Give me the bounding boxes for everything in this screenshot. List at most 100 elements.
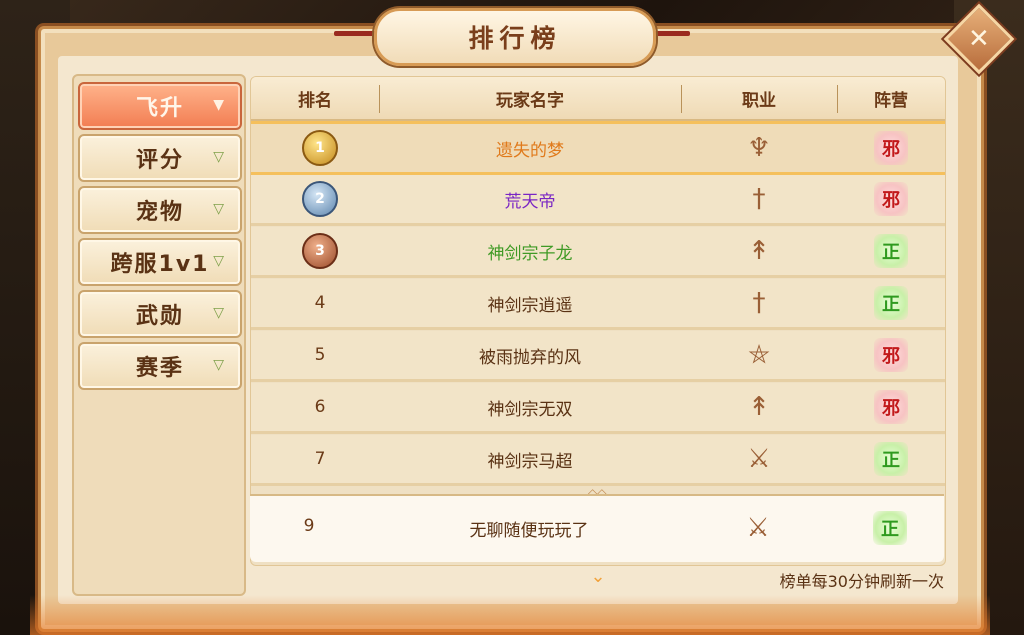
tab-kuafu-1v1[interactable]: 跨服1v1 ▽ xyxy=(78,238,242,286)
table-row[interactable]: 7 神剑宗马超 ⚔ 正 xyxy=(251,435,945,486)
silver-medal-icon: 2 xyxy=(302,181,338,217)
game-window: 排行榜 ✕ 飞升 ▼ 评分 ▽ 宠物 ▽ 跨服1v1 ▽ 武勋 ▽ 赛季 ▽ 排… xyxy=(0,0,1024,635)
tab-pingfen[interactable]: 评分 ▽ xyxy=(78,134,242,182)
rank-cell: 3 xyxy=(251,227,389,275)
name-cell: 神剑宗子龙 xyxy=(379,227,681,275)
table-row[interactable]: 2 荒天帝 † 邪 xyxy=(251,175,945,226)
header-player-name: 玩家名字 xyxy=(496,90,564,111)
close-icon: ✕ xyxy=(968,23,990,54)
table-header: 排名 玩家名字 职业 阵营 xyxy=(251,77,945,121)
camp-cell: 邪 xyxy=(837,383,945,431)
sword-icon: † xyxy=(752,288,766,318)
scroll-down-icon[interactable]: ⌄ xyxy=(586,566,610,588)
gold-medal-icon: 1 xyxy=(302,130,338,166)
tab-label: 宠物 xyxy=(135,200,184,225)
rank-cell: 5 xyxy=(251,331,389,379)
bronze-medal-icon: 3 xyxy=(302,233,338,269)
tab-wuxun[interactable]: 武勋 ▽ xyxy=(78,290,242,338)
job-cell: ⚔ xyxy=(680,496,836,560)
rank-number: 1 xyxy=(315,140,325,156)
name-cell: 神剑宗逍遥 xyxy=(379,279,681,327)
rank-cell: 2 xyxy=(251,175,389,223)
job-cell: ⛤ xyxy=(681,331,837,379)
player-name: 神剑宗子龙 xyxy=(487,243,573,264)
camp-cell: 邪 xyxy=(837,124,945,172)
chevron-down-icon: ▽ xyxy=(213,305,224,321)
sword-icon: † xyxy=(752,184,766,214)
righteous-camp-badge: 正 xyxy=(874,234,908,268)
rank-number: 5 xyxy=(314,345,326,365)
job-cell: † xyxy=(681,175,837,223)
table-row[interactable]: 5 被雨抛弃的风 ⛤ 邪 xyxy=(251,331,945,382)
header-camp: 阵营 xyxy=(874,90,908,111)
player-name: 无聊随便玩玩了 xyxy=(469,520,589,541)
rank-number: 2 xyxy=(315,191,325,207)
crossed-blades-icon: ⚔ xyxy=(747,444,771,474)
tab-chongwu[interactable]: 宠物 ▽ xyxy=(78,186,242,234)
name-cell: 被雨抛弃的风 xyxy=(379,331,681,379)
tab-label: 赛季 xyxy=(135,356,184,381)
rank-cell: 1 xyxy=(251,124,389,172)
tab-saiji[interactable]: 赛季 ▽ xyxy=(78,342,242,390)
chevron-down-icon: ▽ xyxy=(213,253,224,269)
crossed-blades-icon: ⚔ xyxy=(746,513,770,543)
rank-number: 3 xyxy=(315,243,325,259)
table-row[interactable]: 1 遗失的梦 ♆ 邪 xyxy=(251,121,945,175)
righteous-camp-badge: 正 xyxy=(874,286,908,320)
camp-cell: 正 xyxy=(837,279,945,327)
trident-icon: ♆ xyxy=(747,133,771,163)
player-name: 神剑宗无双 xyxy=(487,399,573,420)
rank-number: 6 xyxy=(314,397,326,417)
tab-label: 飞升 xyxy=(135,96,184,121)
flame-decoration xyxy=(30,595,990,635)
tab-label: 跨服1v1 xyxy=(110,252,210,277)
tab-label: 武勋 xyxy=(135,304,184,329)
player-name: 神剑宗逍遥 xyxy=(487,295,573,316)
my-rank-row[interactable]: 9 无聊随便玩玩了 ⚔ 正 xyxy=(250,494,944,562)
camp-cell: 正 xyxy=(837,435,945,483)
name-cell: 神剑宗无双 xyxy=(379,383,681,431)
category-sidebar: 飞升 ▼ 评分 ▽ 宠物 ▽ 跨服1v1 ▽ 武勋 ▽ 赛季 ▽ xyxy=(72,74,246,596)
rank-number: 4 xyxy=(314,293,326,313)
job-cell: ♆ xyxy=(681,124,837,172)
camp-cell: 邪 xyxy=(837,175,945,223)
spear-icon: ↟ xyxy=(748,392,770,422)
rank-cell: 4 xyxy=(251,279,389,327)
header-rank: 排名 xyxy=(298,90,332,111)
chevron-down-icon: ▼ xyxy=(213,97,224,113)
job-cell: ⚔ xyxy=(681,435,837,483)
chevron-down-icon: ▽ xyxy=(213,149,224,165)
player-name: 荒天帝 xyxy=(504,191,556,212)
name-cell: 神剑宗马超 xyxy=(379,435,681,483)
header-job: 职业 xyxy=(742,90,776,111)
job-cell: † xyxy=(681,279,837,327)
refresh-note: 榜单每30分钟刷新一次 xyxy=(779,572,944,591)
rank-number: 7 xyxy=(314,449,326,469)
table-row[interactable]: 6 神剑宗无双 ↟ 邪 xyxy=(251,383,945,434)
camp-cell: 正 xyxy=(837,227,945,275)
job-cell: ↟ xyxy=(681,383,837,431)
rank-number: 9 xyxy=(303,516,315,536)
evil-camp-badge: 邪 xyxy=(874,390,908,424)
name-cell: 遗失的梦 xyxy=(379,124,681,172)
righteous-camp-badge: 正 xyxy=(874,442,908,476)
pentagram-icon: ⛤ xyxy=(748,340,770,370)
tab-feisheng[interactable]: 飞升 ▼ xyxy=(78,82,242,130)
evil-camp-badge: 邪 xyxy=(874,182,908,216)
table-row[interactable]: 3 神剑宗子龙 ↟ 正 xyxy=(251,227,945,278)
evil-camp-badge: 邪 xyxy=(874,131,908,165)
page-title: 排行榜 xyxy=(468,24,562,53)
spear-icon: ↟ xyxy=(748,236,770,266)
title-plate: 排行榜 xyxy=(374,8,656,66)
title-ornament-left xyxy=(334,31,378,36)
rank-cell: 6 xyxy=(251,383,389,431)
name-cell: 荒天帝 xyxy=(379,175,681,223)
evil-camp-badge: 邪 xyxy=(874,338,908,372)
job-cell: ↟ xyxy=(681,227,837,275)
tab-label: 评分 xyxy=(135,148,184,173)
player-name: 神剑宗马超 xyxy=(487,451,573,472)
chevron-down-icon: ▽ xyxy=(213,201,224,217)
table-row[interactable]: 4 神剑宗逍遥 † 正 xyxy=(251,279,945,330)
rank-cell: 9 xyxy=(250,496,368,556)
player-name: 被雨抛弃的风 xyxy=(479,347,581,368)
